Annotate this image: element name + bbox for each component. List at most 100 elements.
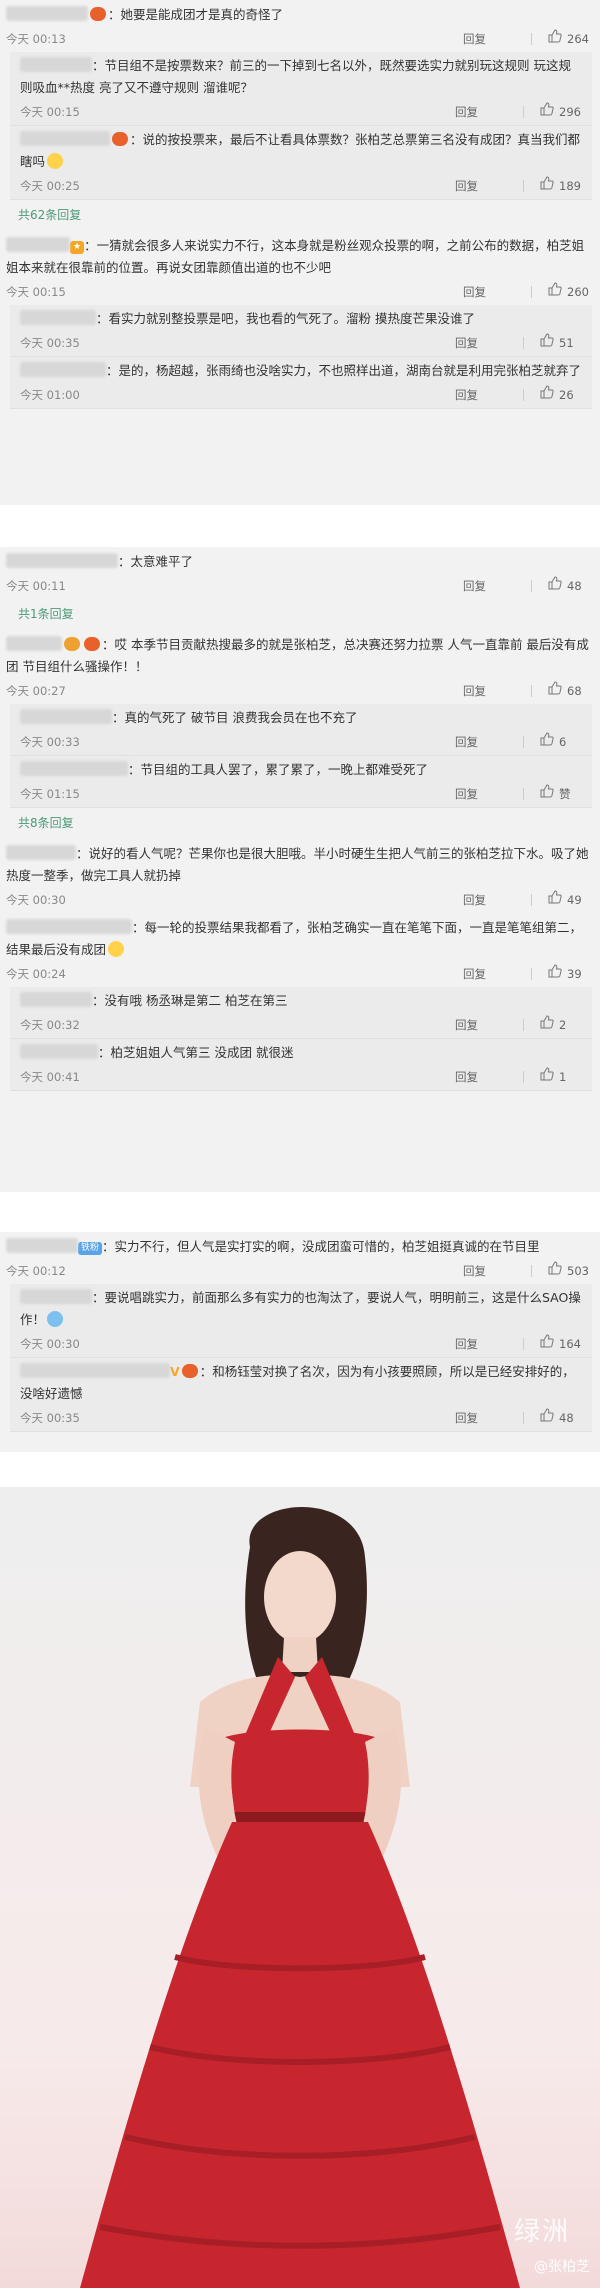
reply-button[interactable]: 回复 bbox=[463, 680, 531, 702]
reply-button[interactable]: 回复 bbox=[463, 1260, 531, 1282]
divider bbox=[523, 106, 524, 118]
like-button[interactable]: 68 bbox=[548, 680, 590, 702]
blurred-username bbox=[20, 761, 128, 776]
comment-item: ：她要是能成团才是真的奇怪了 今天 00:13 回复 264 bbox=[0, 0, 600, 52]
comment-meta: 今天 00:41 回复 1 bbox=[20, 1064, 582, 1090]
thumbs-up-icon bbox=[540, 175, 554, 197]
comment-meta: 今天 00:35 回复 51 bbox=[20, 330, 582, 356]
comment-time: 今天 00:24 bbox=[6, 967, 66, 981]
comment-meta: 今天 00:30 回复 164 bbox=[20, 1331, 582, 1357]
blurred-username bbox=[20, 1363, 170, 1378]
verified-v-icon: V bbox=[170, 1364, 180, 1379]
comment-thread-3: 铁粉 ：实力不行，但人气是实打实的啊，没成团蛮可惜的，柏芝姐挺真诚的在节目里 今天… bbox=[0, 1232, 600, 1452]
like-button[interactable]: 296 bbox=[540, 101, 582, 123]
like-button[interactable]: 503 bbox=[548, 1260, 590, 1282]
divider bbox=[531, 286, 532, 298]
more-replies-link[interactable]: 共1条回复 bbox=[0, 599, 600, 630]
comment-time: 今天 00:35 bbox=[20, 1411, 80, 1425]
reply-button[interactable]: 回复 bbox=[455, 332, 523, 354]
comment-meta: 今天 00:24 回复 39 bbox=[6, 961, 590, 987]
thumbs-up-icon bbox=[548, 1260, 562, 1282]
comment-time: 今天 00:30 bbox=[6, 893, 66, 907]
divider bbox=[531, 894, 532, 906]
like-button[interactable]: 48 bbox=[548, 575, 590, 597]
blurred-username bbox=[20, 1289, 92, 1304]
comment-time: 今天 00:30 bbox=[20, 1337, 80, 1351]
like-button[interactable]: 39 bbox=[548, 963, 590, 985]
blurred-username bbox=[20, 992, 92, 1007]
reply-item: ：真的气死了 破节目 浪费我会员在也不充了 今天 00:33 回复 6 bbox=[10, 704, 592, 756]
reply-button[interactable]: 回复 bbox=[455, 783, 523, 805]
reply-button[interactable]: 回复 bbox=[455, 1407, 523, 1429]
comment-text: ：太意难平了 bbox=[118, 554, 194, 569]
reply-item: ：要说唱跳实力，前面那么多有实力的也淘汰了，要说人气，明明前三，这是什么SAO操… bbox=[10, 1284, 592, 1358]
like-count: 2 bbox=[559, 1018, 567, 1032]
like-button[interactable]: 49 bbox=[548, 889, 590, 911]
like-button[interactable]: 51 bbox=[540, 332, 582, 354]
reply-item: V ：和杨钰莹对换了名次，因为有小孩要照顾，所以是已经安排好的，没啥好遗憾 今天 … bbox=[10, 1358, 592, 1432]
reply-button[interactable]: 回复 bbox=[463, 28, 531, 50]
reply-button[interactable]: 回复 bbox=[463, 575, 531, 597]
blurred-username bbox=[6, 1238, 78, 1253]
member-badge-icon bbox=[84, 637, 100, 651]
divider bbox=[523, 1412, 524, 1424]
comment-meta: 今天 00:13 回复 264 bbox=[6, 26, 590, 52]
like-count: 26 bbox=[559, 388, 574, 402]
divider bbox=[523, 337, 524, 349]
comment-item: ：说好的看人气呢？芒果你也是很大胆哦。半小时硬生生把人气前三的张柏芝拉下水。吸了… bbox=[0, 839, 600, 913]
comment-text: ：一猜就会很多人来说实力不行，这本身就是粉丝观众投票的啊，之前公布的数据，柏芝姐… bbox=[6, 238, 585, 275]
comment-item: ：太意难平了 今天 00:11 回复 48 bbox=[0, 547, 600, 599]
reply-button[interactable]: 回复 bbox=[463, 963, 531, 985]
reply-button[interactable]: 回复 bbox=[455, 1066, 523, 1088]
divider bbox=[531, 685, 532, 697]
watermark-logo: 绿洲 bbox=[513, 2217, 570, 2247]
comment-text: ：没有哦 杨丞琳是第二 柏芝在第三 bbox=[92, 993, 288, 1008]
like-button[interactable]: 164 bbox=[540, 1333, 582, 1355]
comment-time: 今天 00:13 bbox=[6, 32, 66, 46]
comment-meta: 今天 00:15 回复 260 bbox=[6, 279, 590, 305]
like-button[interactable]: 赞 bbox=[540, 783, 582, 805]
like-button[interactable]: 2 bbox=[540, 1014, 582, 1036]
comment-text: ：说好的看人气呢？芒果你也是很大胆哦。半小时硬生生把人气前三的张柏芝拉下水。吸了… bbox=[6, 846, 589, 883]
comment-meta: 今天 01:15 回复 赞 bbox=[20, 781, 582, 807]
comment-text: ：节目组的工具人罢了，累了累了，一晚上都难受死了 bbox=[128, 762, 429, 777]
like-button[interactable]: 6 bbox=[540, 731, 582, 753]
blurred-username bbox=[6, 237, 70, 252]
blurred-username bbox=[6, 845, 76, 860]
watermark-handle: @张柏芝 bbox=[534, 2259, 590, 2275]
member-badge-icon bbox=[64, 637, 80, 651]
like-button[interactable]: 1 bbox=[540, 1066, 582, 1088]
comment-text: ：节目组不是按票数来？前三的一下掉到七名以外，既然要选实力就别玩这规则 玩这规则… bbox=[20, 58, 571, 95]
like-button[interactable]: 260 bbox=[548, 281, 590, 303]
more-replies-link[interactable]: 共62条回复 bbox=[0, 200, 600, 231]
reply-button[interactable]: 回复 bbox=[463, 281, 531, 303]
like-count: 68 bbox=[567, 684, 582, 698]
thumbs-up-icon bbox=[548, 28, 562, 50]
comment-time: 今天 00:15 bbox=[20, 105, 80, 119]
like-button[interactable]: 189 bbox=[540, 175, 582, 197]
divider bbox=[531, 33, 532, 45]
iron-fan-badge: 铁粉 bbox=[78, 1242, 103, 1255]
like-count: 503 bbox=[567, 1264, 589, 1278]
blurred-username bbox=[6, 636, 62, 651]
reply-button[interactable]: 回复 bbox=[455, 175, 523, 197]
like-button[interactable]: 264 bbox=[548, 28, 590, 50]
reply-button[interactable]: 回复 bbox=[455, 1333, 523, 1355]
blurred-username bbox=[6, 6, 88, 21]
reply-button[interactable]: 回复 bbox=[455, 384, 523, 406]
comment-time: 今天 00:27 bbox=[6, 684, 66, 698]
reply-button[interactable]: 回复 bbox=[463, 889, 531, 911]
reply-button[interactable]: 回复 bbox=[455, 731, 523, 753]
smile-emoji-icon bbox=[108, 941, 125, 957]
like-button[interactable]: 26 bbox=[540, 384, 582, 406]
comment-thread-1: ：她要是能成团才是真的奇怪了 今天 00:13 回复 264 ：节目组不是按票数… bbox=[0, 0, 600, 505]
like-count: 6 bbox=[559, 735, 567, 749]
reply-button[interactable]: 回复 bbox=[455, 101, 523, 123]
like-count: 296 bbox=[559, 105, 581, 119]
more-replies-link[interactable]: 共8条回复 bbox=[0, 808, 600, 839]
divider bbox=[523, 788, 524, 800]
like-button[interactable]: 48 bbox=[540, 1407, 582, 1429]
comment-meta: 今天 00:35 回复 48 bbox=[20, 1405, 582, 1431]
reply-button[interactable]: 回复 bbox=[455, 1014, 523, 1036]
thumbs-up-icon bbox=[548, 281, 562, 303]
